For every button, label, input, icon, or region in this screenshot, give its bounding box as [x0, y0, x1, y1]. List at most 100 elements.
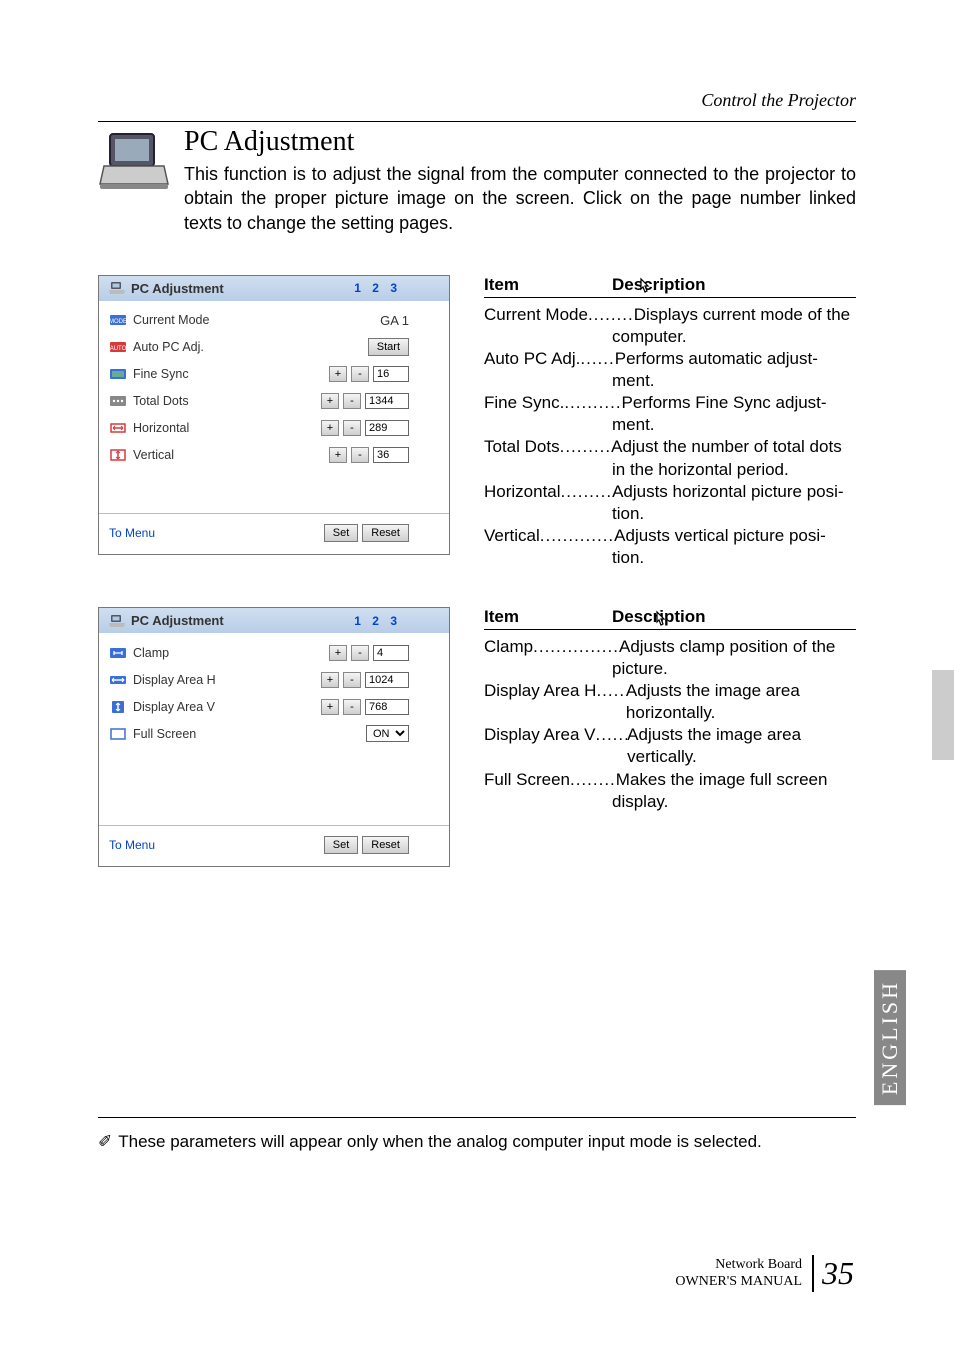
vertical-minus-button[interactable]: - [351, 447, 369, 463]
darea-v-plus-button[interactable]: + [321, 699, 339, 715]
description-term: Horizontal [484, 481, 561, 503]
current-mode-value: GA 1 [380, 313, 409, 328]
description-definition: Adjusts horizontal picture posi- [612, 481, 844, 503]
description-row: Current Mode ........Displays current mo… [484, 304, 856, 326]
panel1-title: PC Adjustment [131, 281, 224, 296]
pointer-cursor-icon [650, 608, 672, 630]
full-screen-select[interactable]: ON [366, 725, 409, 742]
full-screen-icon [109, 727, 127, 741]
description-definition: Adjusts clamp position of the [619, 636, 835, 658]
total-dots-minus-button[interactable]: - [343, 393, 361, 409]
description-definition: Adjusts the image area horizontally. [626, 680, 856, 724]
horizontal-value[interactable] [365, 420, 409, 436]
chapter-title: Control the Projector [98, 90, 856, 111]
clamp-value[interactable] [373, 645, 409, 661]
footnote-text: These parameters will appear only when t… [118, 1132, 762, 1152]
laptop-small-icon [109, 281, 125, 295]
description-row: Fine Sync. ..........Performs Fine Sync … [484, 392, 856, 414]
description-definition: Adjust the number of total dots [611, 436, 842, 458]
vertical-icon [109, 448, 127, 462]
clamp-icon [109, 646, 127, 660]
description-dots: ............. [540, 525, 614, 547]
description-term: Display Area V [484, 724, 596, 746]
total-dots-plus-button[interactable]: + [321, 393, 339, 409]
description-continuation: in the horizontal period. [484, 459, 856, 481]
desc1-head-desc: Description [612, 275, 706, 295]
horizontal-plus-button[interactable]: + [321, 420, 339, 436]
darea-v-minus-button[interactable]: - [343, 699, 361, 715]
description-continuation: tion. [484, 503, 856, 525]
description-term: Fine Sync. [484, 392, 564, 414]
description-definition: Makes the image full screen [616, 769, 828, 791]
description-table-2: Item Description Clamp ...............Ad… [484, 607, 856, 867]
darea-h-minus-button[interactable]: - [343, 672, 361, 688]
description-definition: Adjusts vertical picture posi- [614, 525, 826, 547]
panel2-pager[interactable]: 1 2 3 [354, 614, 401, 628]
pc-adjustment-panel-2: PC Adjustment 1 2 3 Clamp + - [98, 607, 450, 867]
vertical-value[interactable] [373, 447, 409, 463]
fine-sync-icon [109, 367, 127, 381]
description-term: Full Screen [484, 769, 570, 791]
set-button-1[interactable]: Set [324, 524, 359, 542]
pc-adjustment-panel-1: PC Adjustment 1 2 3 MODE Current Mode GA… [98, 275, 450, 555]
description-definition: Displays current mode of the [634, 304, 850, 326]
reset-button-1[interactable]: Reset [362, 524, 409, 542]
description-row: Vertical .............Adjusts vertical p… [484, 525, 856, 547]
vertical-plus-button[interactable]: + [329, 447, 347, 463]
description-term: Auto PC Adj. [484, 348, 580, 370]
description-continuation: ment. [484, 414, 856, 436]
to-menu-link-1[interactable]: To Menu [109, 526, 155, 540]
display-area-v-label: Display Area V [133, 700, 273, 714]
description-dots: ......... [560, 436, 612, 458]
footer-line1: Network Board [675, 1257, 802, 1274]
description-definition: Adjusts the image area vertically. [627, 724, 856, 768]
total-dots-value[interactable] [365, 393, 409, 409]
description-row: Total Dots .........Adjust the number of… [484, 436, 856, 458]
fine-sync-plus-button[interactable]: + [329, 366, 347, 382]
description-dots: ...... [596, 680, 625, 702]
description-term: Current Mode [484, 304, 588, 326]
svg-text:AUTO: AUTO [110, 346, 127, 352]
darea-h-plus-button[interactable]: + [321, 672, 339, 688]
description-dots: .......... [564, 392, 621, 414]
description-table-1: Item Description Current Mode ........Di… [484, 275, 856, 569]
auto-pc-label: Auto PC Adj. [133, 340, 273, 354]
clamp-minus-button[interactable]: - [351, 645, 369, 661]
desc1-head-item: Item [484, 275, 612, 295]
description-dots: ............... [533, 636, 619, 658]
laptop-small-icon [109, 614, 125, 628]
description-row: Full Screen ........Makes the image full… [484, 769, 856, 791]
horizontal-minus-button[interactable]: - [343, 420, 361, 436]
clamp-plus-button[interactable]: + [329, 645, 347, 661]
description-dots: ...... [596, 724, 628, 746]
reset-button-2[interactable]: Reset [362, 836, 409, 854]
total-dots-icon [109, 394, 127, 408]
set-button-2[interactable]: Set [324, 836, 359, 854]
fine-sync-label: Fine Sync [133, 367, 273, 381]
auto-icon: AUTO [109, 340, 127, 354]
description-dots: ........ [570, 769, 616, 791]
to-menu-link-2[interactable]: To Menu [109, 838, 155, 852]
fine-sync-value[interactable] [373, 366, 409, 382]
auto-pc-start-button[interactable]: Start [368, 338, 409, 356]
laptop-icon [98, 130, 170, 192]
page-heading: PC Adjustment [184, 126, 856, 158]
panel2-title: PC Adjustment [131, 613, 224, 628]
description-row: Display Area H ......Adjusts the image a… [484, 680, 856, 724]
darea-h-value[interactable] [365, 672, 409, 688]
svg-text:MODE: MODE [109, 319, 127, 325]
description-continuation: picture. [484, 658, 856, 680]
fine-sync-minus-button[interactable]: - [351, 366, 369, 382]
description-continuation: computer. [484, 326, 856, 348]
description-definition: Performs Fine Sync adjust- [622, 392, 827, 414]
mode-icon: MODE [109, 313, 127, 327]
vertical-label: Vertical [133, 448, 273, 462]
description-row: Clamp ...............Adjusts clamp posit… [484, 636, 856, 658]
darea-v-value[interactable] [365, 699, 409, 715]
description-row: Auto PC Adj. ......Performs automatic ad… [484, 348, 856, 370]
panel1-pager[interactable]: 1 2 3 [354, 281, 401, 295]
description-dots: ......... [561, 481, 613, 503]
description-row: Horizontal .........Adjusts horizontal p… [484, 481, 856, 503]
description-term: Total Dots [484, 436, 560, 458]
full-screen-label: Full Screen [133, 727, 273, 741]
